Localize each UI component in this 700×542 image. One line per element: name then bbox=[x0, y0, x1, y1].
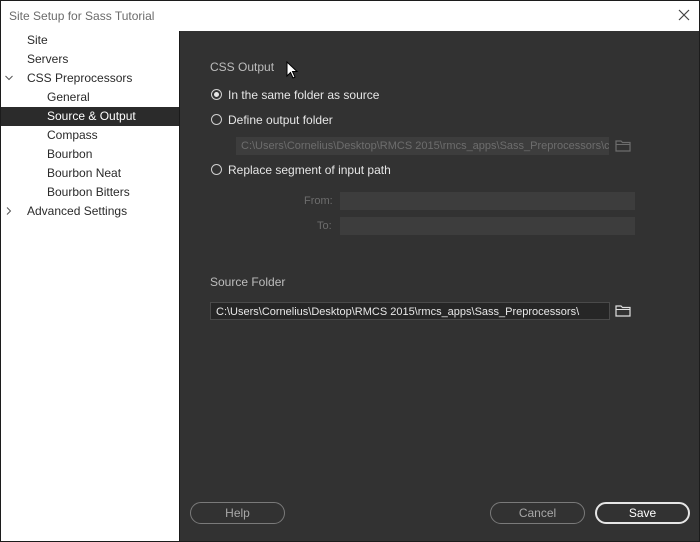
radio-label: Replace segment of input path bbox=[228, 163, 391, 177]
site-setup-dialog: Site Setup for Sass Tutorial Site Server… bbox=[0, 0, 700, 542]
sidebar-item-label: General bbox=[47, 90, 90, 104]
sidebar-item-label: CSS Preprocessors bbox=[27, 71, 133, 85]
sidebar-item-advanced-settings[interactable]: Advanced Settings bbox=[1, 202, 179, 221]
save-button[interactable]: Save bbox=[595, 502, 690, 524]
settings-panel: CSS Output In the same folder as source … bbox=[180, 31, 699, 541]
window-title: Site Setup for Sass Tutorial bbox=[9, 9, 155, 23]
css-output-heading: CSS Output bbox=[210, 60, 275, 74]
folder-icon[interactable] bbox=[615, 139, 631, 152]
radio-button[interactable] bbox=[211, 114, 222, 125]
help-button[interactable]: Help bbox=[190, 502, 285, 524]
from-input[interactable] bbox=[340, 192, 635, 210]
to-input[interactable] bbox=[340, 217, 635, 235]
output-folder-input[interactable]: C:\Users\Cornelius\Desktop\RMCS 2015\rmc… bbox=[236, 137, 609, 155]
sidebar-item-label: Site bbox=[27, 33, 48, 47]
radio-button[interactable] bbox=[211, 164, 222, 175]
sidebar-item-servers[interactable]: Servers bbox=[1, 50, 179, 69]
to-label: To: bbox=[317, 220, 332, 232]
sidebar-item-compass[interactable]: Compass bbox=[1, 126, 179, 145]
sidebar-item-label: Advanced Settings bbox=[27, 204, 128, 218]
mouse-cursor-icon bbox=[286, 61, 299, 79]
sidebar-item-label: Source & Output bbox=[47, 109, 136, 123]
from-label: From: bbox=[304, 195, 333, 207]
sidebar-item-source-output[interactable]: Source & Output bbox=[1, 107, 179, 126]
sidebar-item-bourbon-neat[interactable]: Bourbon Neat bbox=[1, 164, 179, 183]
sidebar-item-general[interactable]: General bbox=[1, 88, 179, 107]
close-icon[interactable] bbox=[677, 8, 691, 22]
radio-label: Define output folder bbox=[228, 113, 333, 127]
source-folder-input[interactable]: C:\Users\Cornelius\Desktop\RMCS 2015\rmc… bbox=[210, 302, 610, 320]
sidebar-item-bourbon-bitters[interactable]: Bourbon Bitters bbox=[1, 183, 179, 202]
radio-label: In the same folder as source bbox=[228, 88, 380, 102]
sidebar-item-css-preprocessors[interactable]: CSS Preprocessors bbox=[1, 69, 179, 88]
folder-icon[interactable] bbox=[615, 304, 631, 317]
source-folder-heading: Source Folder bbox=[210, 275, 286, 289]
title-bar: Site Setup for Sass Tutorial bbox=[1, 1, 699, 31]
sidebar-item-label: Bourbon Bitters bbox=[47, 185, 130, 199]
chevron-right-icon[interactable] bbox=[5, 207, 13, 215]
sidebar-item-label: Bourbon Neat bbox=[47, 166, 122, 180]
sidebar-item-label: Compass bbox=[47, 128, 98, 142]
sidebar-item-label: Servers bbox=[27, 52, 69, 66]
sidebar-item-site[interactable]: Site bbox=[1, 31, 179, 50]
radio-button[interactable] bbox=[211, 89, 222, 100]
cancel-button[interactable]: Cancel bbox=[490, 502, 585, 524]
chevron-down-icon[interactable] bbox=[5, 74, 13, 82]
sidebar-item-bourbon[interactable]: Bourbon bbox=[1, 145, 179, 164]
sidebar-item-label: Bourbon bbox=[47, 147, 93, 161]
category-tree: Site Servers CSS Preprocessors General S… bbox=[1, 31, 180, 541]
